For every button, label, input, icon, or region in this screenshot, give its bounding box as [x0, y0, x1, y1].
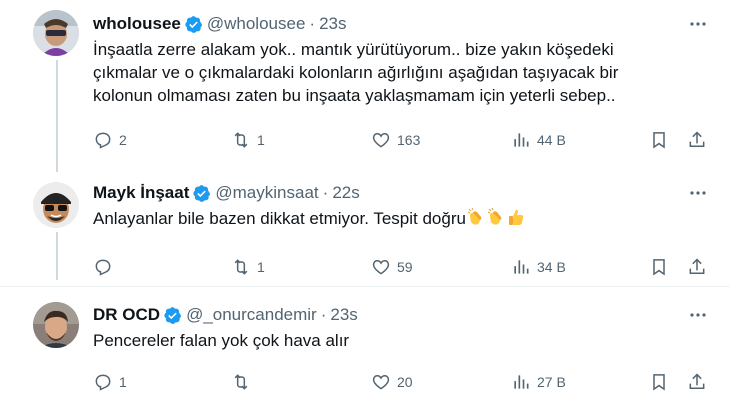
views-chart-icon	[514, 133, 529, 147]
reply-icon	[95, 374, 111, 391]
reply-icon	[95, 132, 111, 149]
user-handle[interactable]: @_onurcandemir	[186, 305, 317, 325]
tweet-text: İnşaatla zerre alakam yok.. mantık yürüt…	[93, 38, 710, 107]
views-count: 27 B	[537, 374, 566, 390]
retweet-button[interactable]: 1	[231, 256, 265, 278]
reply-icon	[95, 259, 111, 276]
tweet-text-line: çıkmalar ve o çıkmalardaki kolonların ağ…	[93, 63, 619, 82]
views-chart-icon	[514, 375, 529, 389]
share-button[interactable]	[687, 129, 713, 151]
tweet-header: wholousee @wholousee · 23s	[93, 13, 710, 35]
tweet-actions: 2 1 163 44 B	[93, 129, 713, 151]
user-handle[interactable]: @wholousee	[207, 14, 306, 34]
tweet-text: Anlayanlar bile bazen dikkat etmiyor. Te…	[93, 207, 710, 230]
more-options-icon[interactable]	[686, 304, 710, 326]
timestamp[interactable]: 23s	[319, 14, 346, 34]
avatar[interactable]	[33, 10, 79, 56]
retweet-icon	[234, 374, 248, 390]
separator-dot: ·	[322, 183, 329, 202]
tweet-text: Pencereler falan yok çok hava alır	[93, 329, 710, 352]
verified-badge-icon	[185, 15, 202, 33]
clapping-hands-icon	[467, 207, 482, 225]
like-button[interactable]: 20	[371, 371, 413, 393]
tweet-actions: 1 59 34 B	[93, 256, 713, 278]
share-icon	[689, 373, 705, 389]
like-button[interactable]: 163	[371, 129, 420, 151]
views-count: 44 B	[537, 132, 566, 148]
share-icon	[689, 258, 705, 274]
tweet-text-line: Anlayanlar bile bazen dikkat etmiyor. Te…	[93, 209, 466, 228]
like-count: 163	[397, 132, 421, 148]
share-icon	[689, 131, 705, 147]
user-handle[interactable]: @maykinsaat	[215, 183, 318, 203]
like-button[interactable]: 59	[371, 256, 413, 278]
more-options-icon[interactable]	[686, 182, 710, 204]
avatar[interactable]	[33, 182, 79, 228]
thumbs-up-icon	[508, 209, 524, 225]
heart-icon	[372, 374, 390, 390]
bookmark-button[interactable]	[649, 256, 675, 278]
tweet-text-line: kolonun olmaması zaten bu inşaata yaklaş…	[93, 86, 616, 105]
verified-badge-icon	[164, 306, 182, 324]
display-name[interactable]: DR OCD	[93, 305, 160, 325]
share-button[interactable]	[687, 371, 713, 393]
retweet-button[interactable]	[231, 371, 257, 393]
bookmark-icon	[653, 132, 665, 149]
tweet-text-line: İnşaatla zerre alakam yok.. mantık yürüt…	[93, 40, 614, 59]
tweet-header: DR OCD @_onurcandemir · 23s	[93, 304, 710, 326]
display-name[interactable]: Mayk İnşaat	[93, 183, 189, 203]
tweet[interactable]: Mayk İnşaat @maykinsaat · 22s Anlayanlar…	[0, 172, 730, 284]
timestamp[interactable]: 23s	[330, 305, 357, 325]
tweet-actions: 1 20 27 B	[93, 371, 713, 393]
bookmark-button[interactable]	[649, 129, 675, 151]
separator-dot: ·	[309, 14, 316, 33]
views-button[interactable]: 27 B	[511, 371, 566, 393]
views-button[interactable]: 44 B	[511, 129, 566, 151]
views-chart-icon	[514, 260, 529, 274]
retweet-icon	[234, 132, 248, 148]
bookmark-icon	[653, 259, 665, 276]
heart-icon	[372, 132, 390, 148]
tweet-header: Mayk İnşaat @maykinsaat · 22s	[93, 182, 710, 204]
more-options-icon[interactable]	[686, 13, 710, 35]
bookmark-icon	[653, 374, 665, 391]
retweet-icon	[234, 259, 248, 275]
share-button[interactable]	[687, 256, 713, 278]
tweet[interactable]: wholousee @wholousee · 23s İnşaatla zerr…	[0, 0, 730, 172]
reply-button[interactable]: 1	[93, 371, 127, 393]
display-name[interactable]: wholousee	[93, 14, 181, 34]
avatar[interactable]	[33, 302, 79, 348]
views-button[interactable]: 34 B	[511, 256, 566, 278]
reply-count: 1	[119, 374, 127, 390]
reply-button[interactable]	[93, 256, 119, 278]
retweet-count: 1	[257, 132, 265, 148]
clapping-hands-icon	[487, 207, 502, 225]
separator-dot: ·	[320, 305, 327, 324]
views-count: 34 B	[537, 259, 566, 275]
heart-icon	[372, 259, 390, 275]
like-count: 59	[397, 259, 413, 275]
like-count: 20	[397, 374, 413, 390]
reply-count: 2	[119, 132, 127, 148]
reply-button[interactable]: 2	[93, 129, 127, 151]
verified-badge-icon	[193, 184, 211, 202]
tweet-text-line: Pencereler falan yok çok hava alır	[93, 331, 350, 350]
bookmark-button[interactable]	[649, 371, 675, 393]
retweet-button[interactable]: 1	[231, 129, 265, 151]
timestamp[interactable]: 22s	[332, 183, 359, 203]
tweet[interactable]: DR OCD @_onurcandemir · 23s Pencereler f…	[0, 287, 730, 420]
retweet-count: 1	[257, 259, 265, 275]
